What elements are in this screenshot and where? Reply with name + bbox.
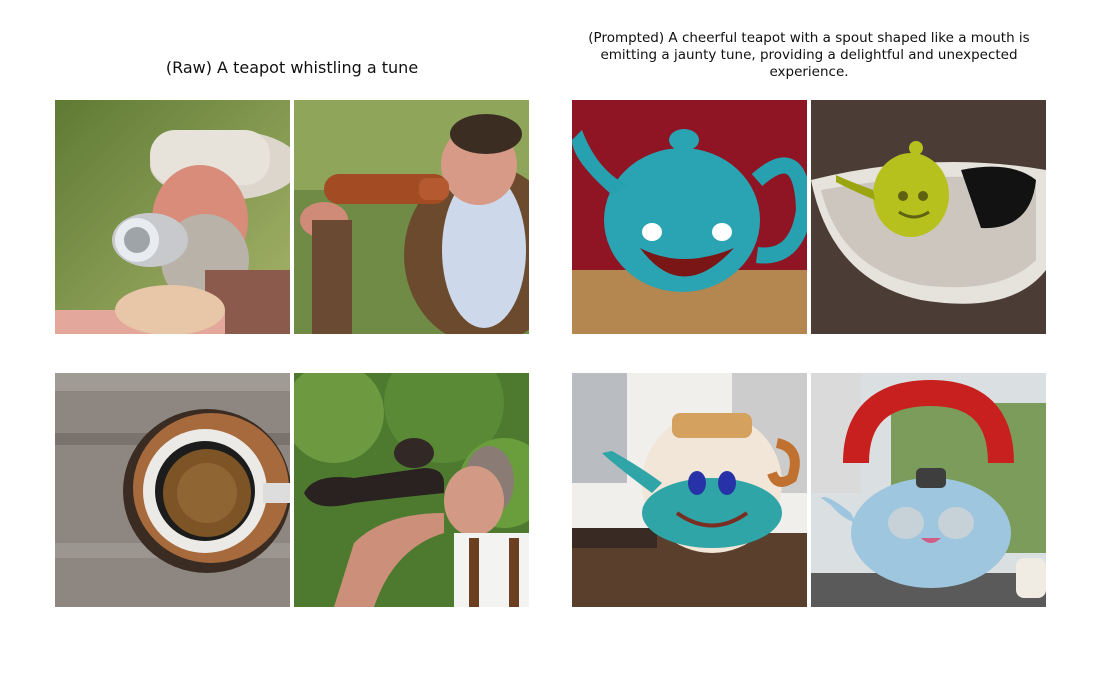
prompted-image-3	[572, 373, 807, 607]
raw-panel-title: (Raw) A teapot whistling a tune	[165, 58, 419, 77]
raw-image-3	[55, 373, 290, 607]
raw-image-4	[294, 373, 529, 607]
prompted-image-4	[811, 373, 1046, 607]
prompted-panel-title: (Prompted) A cheerful teapot with a spou…	[588, 30, 1030, 80]
raw-image-2	[294, 100, 529, 334]
raw-image-1	[55, 100, 290, 334]
prompted-image-1	[572, 100, 807, 334]
prompted-image-2	[811, 100, 1046, 334]
